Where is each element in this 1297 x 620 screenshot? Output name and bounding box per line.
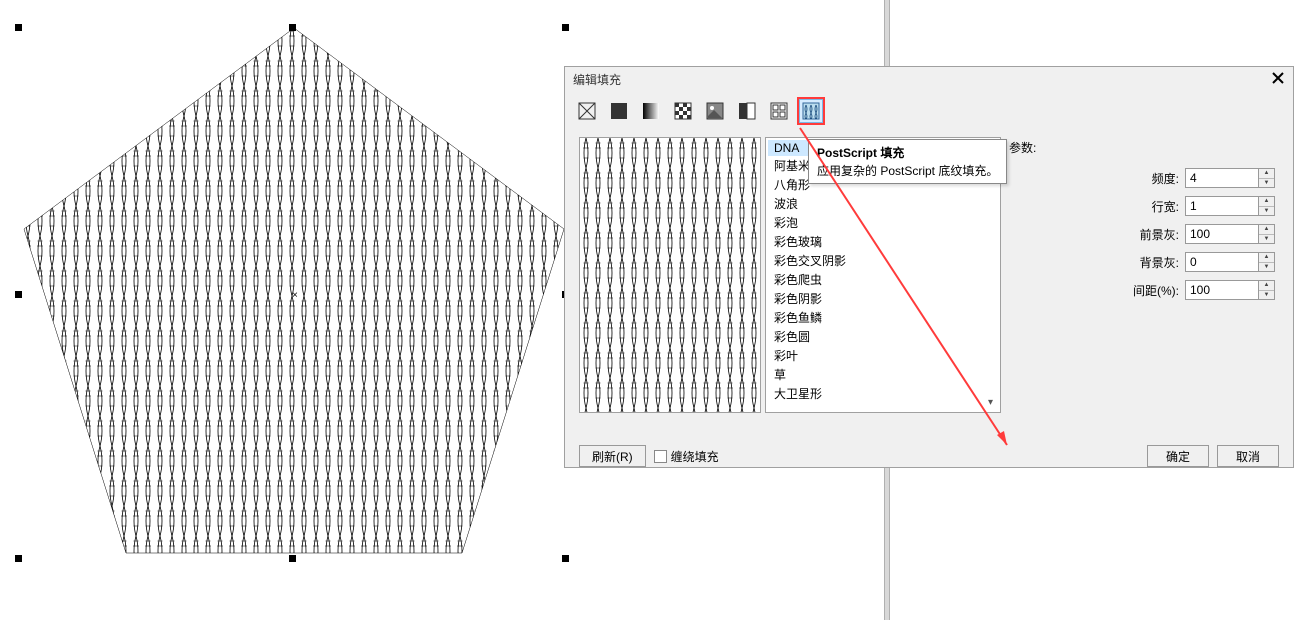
fill-list-item[interactable]: 彩色阴影 [768, 289, 998, 308]
selection-handle[interactable] [15, 291, 22, 298]
parameter-input[interactable] [1185, 224, 1259, 244]
parameter-row: 频度: ▲▼ [1009, 168, 1275, 188]
spiral-fill-checkbox-wrap[interactable]: 缠绕填充 [654, 448, 719, 465]
tooltip-title: PostScript 填充 [817, 144, 998, 161]
pentagon-shape[interactable]: × [22, 26, 567, 556]
parameter-row: 间距(%): ▲▼ [1009, 280, 1275, 300]
fill-list-item[interactable]: 大卫星形 [768, 384, 998, 403]
parameter-input[interactable] [1185, 196, 1259, 216]
selection-handle[interactable] [562, 555, 569, 562]
fill-list-item[interactable]: 彩泡 [768, 213, 998, 232]
parameter-label: 间距(%): [1133, 282, 1179, 299]
parameter-input[interactable] [1185, 280, 1259, 300]
fill-list-item[interactable]: 草 [768, 365, 998, 384]
parameter-input[interactable] [1185, 252, 1259, 272]
checkbox-icon[interactable] [654, 450, 667, 463]
spinner: ▲▼ [1259, 280, 1275, 300]
dialog-titlebar: 编辑填充 [565, 67, 1293, 91]
fill-list-item[interactable]: 彩色爬虫 [768, 270, 998, 289]
fill-type-toolbar [565, 91, 1293, 131]
parameter-label: 行宽: [1152, 198, 1179, 215]
fill-list-item[interactable]: 波浪 [768, 194, 998, 213]
selection-handle[interactable] [15, 555, 22, 562]
spinner-up-icon[interactable]: ▲ [1259, 169, 1274, 179]
parameter-label: 频度: [1152, 170, 1179, 187]
parameter-input[interactable] [1185, 168, 1259, 188]
tooltip-description: 应用复杂的 PostScript 底纹填充。 [817, 162, 998, 179]
close-icon[interactable] [1271, 71, 1287, 87]
selection-handle[interactable] [289, 555, 296, 562]
dialog-title: 编辑填充 [573, 71, 621, 88]
fill-list-item[interactable]: 彩色交叉阴影 [768, 251, 998, 270]
texture-fill-button[interactable] [765, 97, 793, 125]
dialog-footer: 刷新(R) 缠绕填充 确定 取消 [565, 441, 1293, 471]
selection-handle[interactable] [15, 24, 22, 31]
cancel-button[interactable]: 取消 [1217, 445, 1279, 467]
parameters-panel: 参数: 频度:▲▼行宽:▲▼前景灰:▲▼背景灰:▲▼间距(%):▲▼ [1005, 137, 1279, 435]
spinner: ▲▼ [1259, 196, 1275, 216]
spinner-up-icon[interactable]: ▲ [1259, 225, 1274, 235]
canvas-shape-area: × [0, 0, 590, 590]
parameter-row: 行宽: ▲▼ [1009, 196, 1275, 216]
fill-list-item[interactable]: 彩色鱼鳞 [768, 308, 998, 327]
spinner-down-icon[interactable]: ▼ [1259, 263, 1274, 272]
parameter-label: 前景灰: [1140, 226, 1179, 243]
bitmap-pattern-button[interactable] [701, 97, 729, 125]
scroll-down-icon[interactable]: ▾ [983, 395, 998, 410]
solid-fill-button[interactable] [605, 97, 633, 125]
parameters-title: 参数: [1009, 139, 1275, 156]
spinner: ▲▼ [1259, 224, 1275, 244]
refresh-button[interactable]: 刷新(R) [579, 445, 646, 467]
spinner-down-icon[interactable]: ▼ [1259, 179, 1274, 188]
spinner: ▲▼ [1259, 252, 1275, 272]
spinner-down-icon[interactable]: ▼ [1259, 207, 1274, 216]
no-fill-button[interactable] [573, 97, 601, 125]
ok-button[interactable]: 确定 [1147, 445, 1209, 467]
parameter-row: 背景灰: ▲▼ [1009, 252, 1275, 272]
spinner-up-icon[interactable]: ▲ [1259, 281, 1274, 291]
fill-list-item[interactable]: 彩叶 [768, 346, 998, 365]
fill-list-item[interactable]: 彩色圆 [768, 327, 998, 346]
spinner-up-icon[interactable]: ▲ [1259, 253, 1274, 263]
fountain-fill-button[interactable] [637, 97, 665, 125]
postscript-fill-button[interactable] [797, 97, 825, 125]
spinner-up-icon[interactable]: ▲ [1259, 197, 1274, 207]
spinner: ▲▼ [1259, 168, 1275, 188]
postscript-fill-tooltip: PostScript 填充 应用复杂的 PostScript 底纹填充。 [808, 139, 1007, 184]
fill-preview-panel [579, 137, 761, 413]
edit-fill-dialog: 编辑填充 [564, 66, 1294, 468]
spinner-down-icon[interactable]: ▼ [1259, 291, 1274, 300]
fill-list-item[interactable]: 彩色玻璃 [768, 232, 998, 251]
two-color-pattern-button[interactable] [733, 97, 761, 125]
parameter-label: 背景灰: [1140, 254, 1179, 271]
spinner-down-icon[interactable]: ▼ [1259, 235, 1274, 244]
parameter-row: 前景灰: ▲▼ [1009, 224, 1275, 244]
vector-pattern-button[interactable] [669, 97, 697, 125]
svg-text:×: × [292, 290, 298, 301]
spiral-fill-label: 缠绕填充 [671, 448, 719, 465]
